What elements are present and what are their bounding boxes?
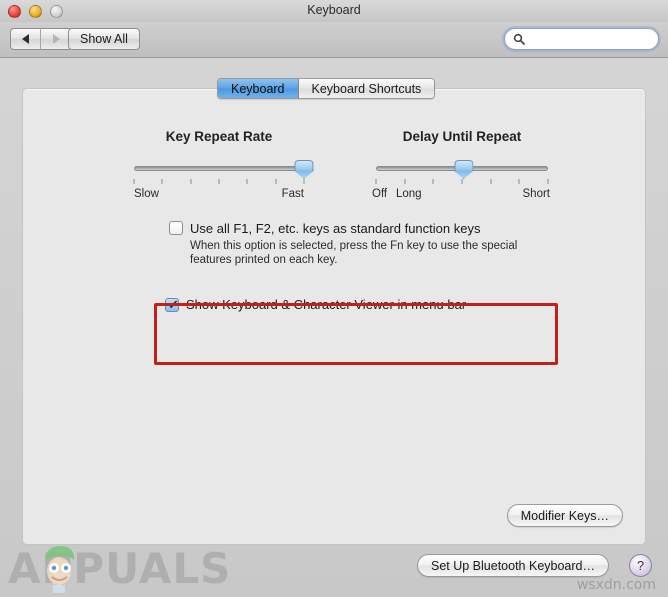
key-repeat-rate-group: Key Repeat Rate Slow Fast [133, 129, 314, 202]
keyboard-viewer-label: Show Keyboard & Character Viewer in menu… [186, 297, 467, 312]
fn-keys-checkbox[interactable] [169, 221, 183, 235]
toolbar: Show All [0, 22, 668, 58]
slider-tick [275, 179, 277, 184]
slider-tick [518, 179, 520, 184]
slider-tick [375, 179, 377, 184]
window-footer: Set Up Bluetooth Keyboard… ? [0, 545, 668, 597]
delay-off-label: Off [372, 188, 388, 200]
preferences-window: Keyboard Show All Keyboard Keyboard Shor… [0, 0, 668, 597]
search-input[interactable] [527, 32, 668, 46]
fn-keys-text-group: Use all F1, F2, etc. keys as standard fu… [190, 221, 525, 267]
keyboard-viewer-option[interactable]: ✔ Show Keyboard & Character Viewer in me… [165, 297, 466, 312]
key-repeat-rate-slider[interactable] [134, 160, 314, 179]
delay-until-repeat-labels: Off Long Short [372, 188, 551, 202]
key-repeat-rate-labels: Slow Fast [134, 188, 304, 202]
delay-long-label: Long [396, 188, 422, 200]
slider-tick [432, 179, 434, 184]
slider-thumb-shape [454, 160, 474, 179]
modifier-keys-button[interactable]: Modifier Keys… [506, 504, 623, 527]
slider-tick [190, 179, 192, 184]
tab-keyboard-shortcuts[interactable]: Keyboard Shortcuts [298, 79, 435, 98]
content-panel: Key Repeat Rate Slow Fast Delay Until Re… [22, 88, 646, 545]
tab-keyboard[interactable]: Keyboard [218, 79, 299, 98]
back-arrow-icon [22, 34, 29, 44]
title-bar: Keyboard [0, 0, 668, 22]
slider-tick [303, 179, 305, 184]
slider-tick [547, 179, 549, 184]
tab-keyboard-label: Keyboard [231, 81, 285, 96]
key-repeat-rate-title: Key Repeat Rate [165, 129, 273, 144]
fn-keys-description: When this option is selected, press the … [190, 240, 518, 266]
slider-tick [461, 179, 463, 184]
fn-keys-option[interactable]: Use all F1, F2, etc. keys as standard fu… [169, 221, 525, 267]
key-repeat-rate-thumb[interactable] [294, 160, 314, 179]
delay-until-repeat-group: Delay Until Repeat Off Long Short [372, 129, 551, 202]
delay-until-repeat-title: Delay Until Repeat [402, 129, 522, 144]
forward-arrow-icon [52, 34, 60, 44]
delay-until-repeat-slider[interactable] [376, 160, 548, 179]
key-repeat-rate-fast-label: Fast [281, 188, 304, 200]
setup-bluetooth-keyboard-button[interactable]: Set Up Bluetooth Keyboard… [417, 554, 609, 577]
slider-tick [161, 179, 163, 184]
slider-thumb-shape [294, 160, 314, 179]
tab-keyboard-shortcuts-label: Keyboard Shortcuts [311, 81, 422, 96]
slider-tick [218, 179, 220, 184]
help-button[interactable]: ? [629, 554, 652, 577]
appuals-mascot-icon [45, 546, 75, 593]
help-label: ? [636, 558, 645, 573]
search-icon [513, 33, 525, 45]
delay-until-repeat-ticks [375, 179, 549, 187]
keyboard-viewer-checkbox[interactable]: ✔ [165, 296, 179, 312]
slider-tick [404, 179, 406, 184]
setup-bluetooth-keyboard-label: Set Up Bluetooth Keyboard… [431, 558, 595, 573]
navigation-buttons [10, 28, 72, 50]
annotation-highlight-box [154, 303, 558, 365]
slider-tick [246, 179, 248, 184]
show-all-label: Show All [80, 32, 128, 46]
window-title: Keyboard [307, 3, 361, 17]
tab-bar: Keyboard Keyboard Shortcuts [217, 78, 436, 99]
search-field[interactable] [504, 28, 668, 50]
fn-keys-label: Use all F1, F2, etc. keys as standard fu… [190, 221, 481, 236]
key-repeat-rate-slow-label: Slow [134, 188, 159, 200]
checkmark-icon: ✔ [168, 296, 179, 312]
delay-short-label: Short [522, 188, 551, 200]
key-repeat-rate-ticks [133, 179, 305, 187]
slider-track[interactable] [134, 166, 304, 171]
show-all-button[interactable]: Show All [68, 28, 140, 50]
modifier-keys-label: Modifier Keys… [520, 508, 609, 523]
back-button[interactable] [10, 28, 41, 50]
slider-tick [133, 179, 135, 184]
slider-tick [490, 179, 492, 184]
delay-until-repeat-thumb[interactable] [454, 160, 474, 179]
